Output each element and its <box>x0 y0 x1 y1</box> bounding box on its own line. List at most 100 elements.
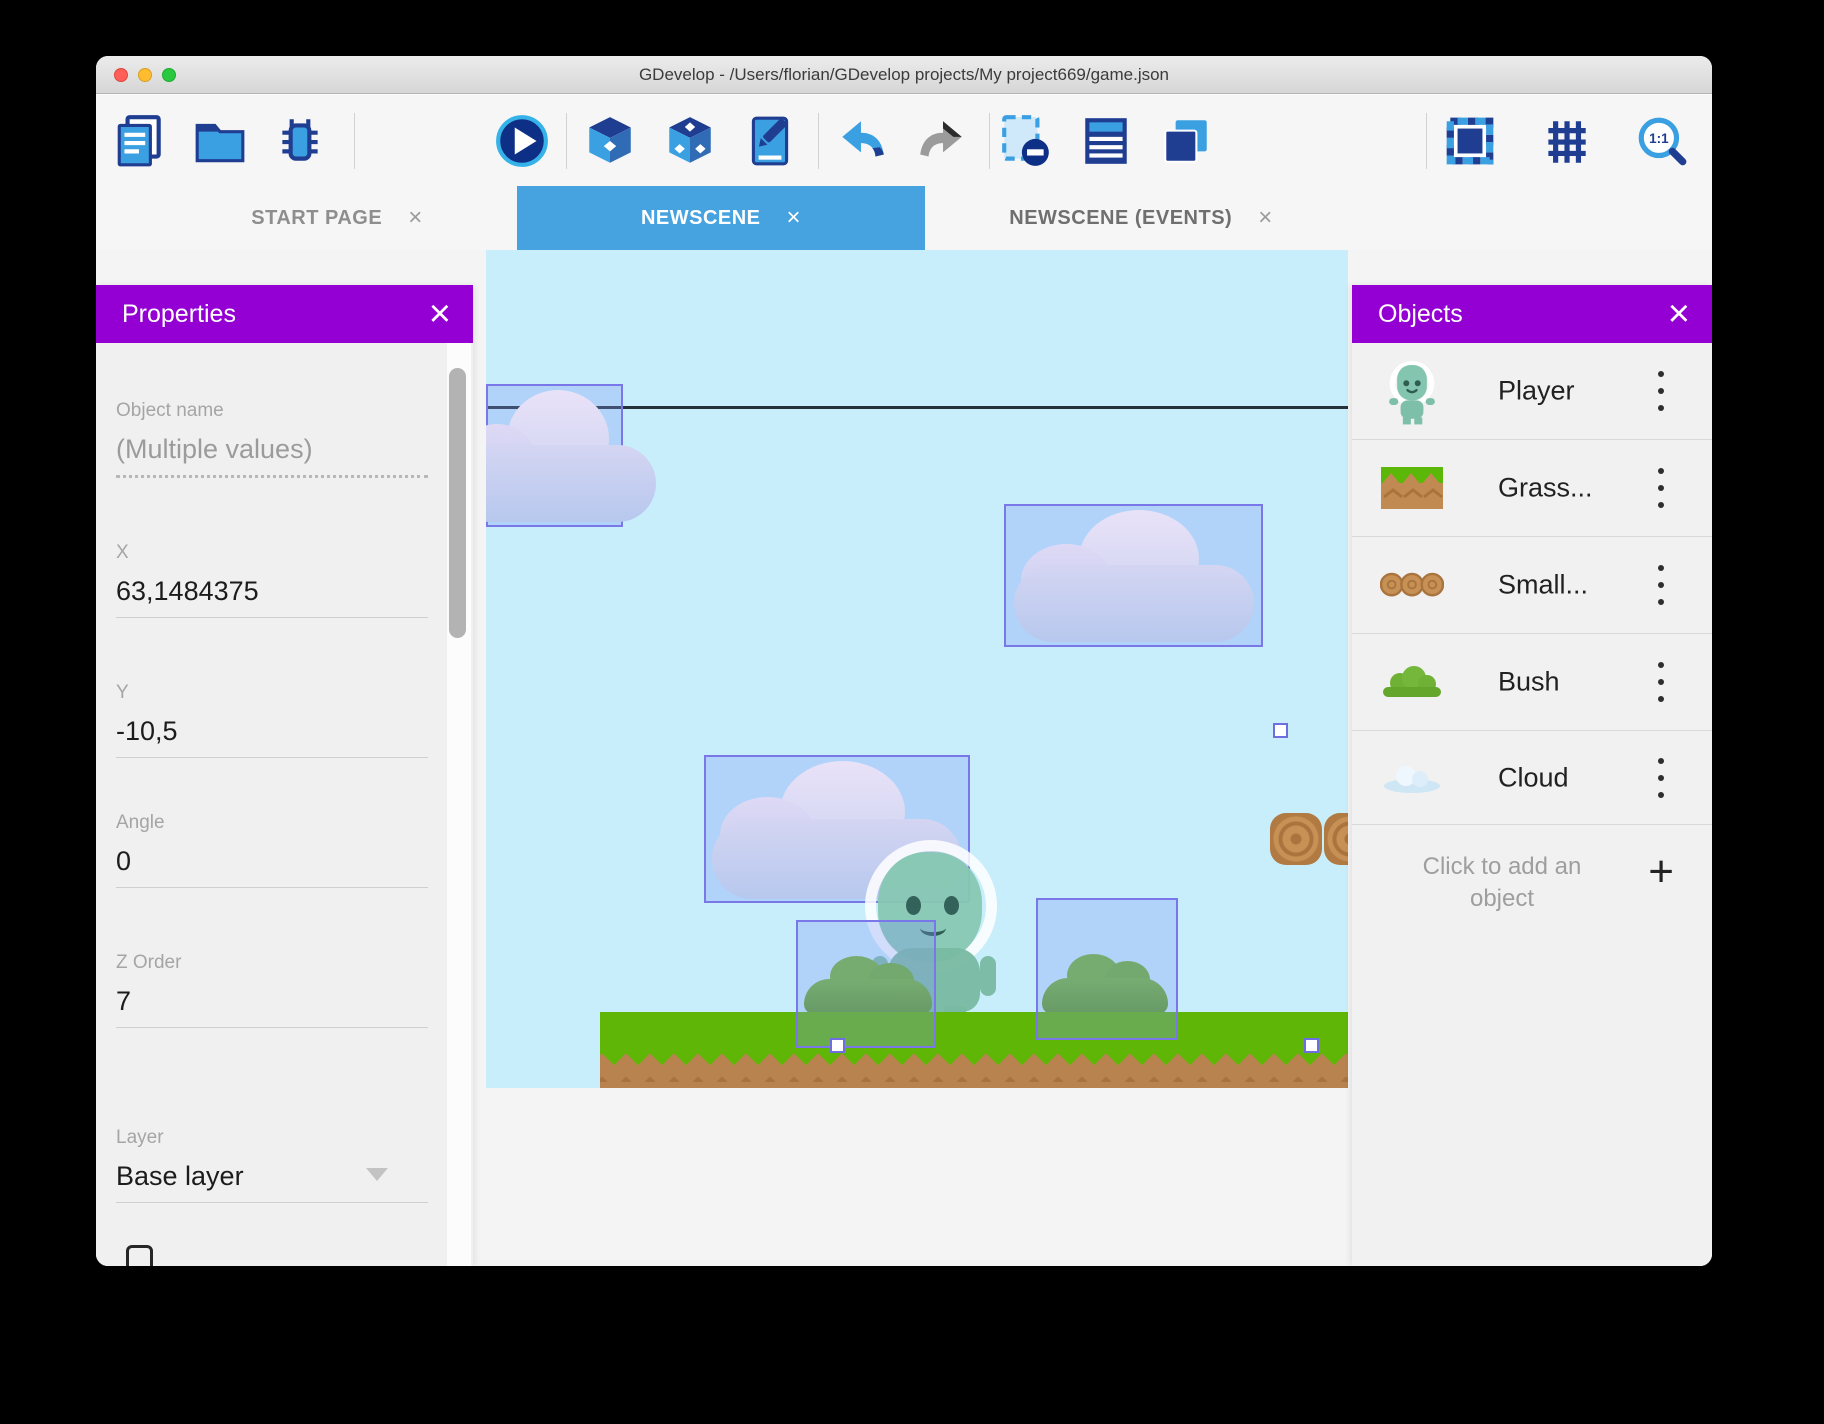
toolbar: 1:1 <box>96 95 1712 186</box>
chevron-down-icon[interactable] <box>366 1168 388 1181</box>
add-object-label: Click to add an object <box>1394 851 1610 916</box>
object-label: Bush <box>1498 667 1560 698</box>
new-project-icon[interactable] <box>112 113 168 169</box>
toolbar-separator <box>354 113 355 169</box>
main-area: Properties × Object name (Multiple value… <box>96 250 1712 1266</box>
y-input[interactable]: -10,5 <box>116 716 428 758</box>
close-tab-icon[interactable]: × <box>408 204 423 232</box>
zoom-1-1-icon[interactable]: 1:1 <box>1634 113 1690 169</box>
cloud-sprite <box>486 390 656 522</box>
edit-scene-properties-icon[interactable] <box>742 113 798 169</box>
angle-input[interactable]: 0 <box>116 846 428 888</box>
object-label: Cloud <box>1498 762 1569 793</box>
player-arm <box>980 956 996 996</box>
field-label: Layer <box>116 1127 428 1149</box>
mask-icon[interactable] <box>1442 113 1498 169</box>
player-eye <box>906 896 921 915</box>
objects-panel: Objects × Player Grass... <box>1352 285 1712 1266</box>
angle-field: Angle 0 <box>116 812 428 888</box>
cloud-icon <box>1380 746 1444 810</box>
selection-handle[interactable] <box>1273 723 1288 738</box>
player-icon <box>1380 359 1444 423</box>
selected-bush-box[interactable] <box>1036 898 1178 1040</box>
object-row-player[interactable]: Player <box>1352 343 1712 440</box>
delete-selection-icon[interactable] <box>998 113 1054 169</box>
log-instance[interactable] <box>1270 813 1322 865</box>
grass-dirt <box>600 1066 1348 1088</box>
field-label: Angle <box>116 812 428 834</box>
tab-newscene[interactable]: NEWSCENE × <box>517 186 925 250</box>
gdevelop-window: GDevelop - /Users/florian/GDevelop proje… <box>96 56 1712 1266</box>
plus-icon[interactable]: + <box>1648 847 1674 897</box>
selected-cloud-instance[interactable] <box>486 384 623 527</box>
layer-field: Layer Base layer <box>116 1127 428 1203</box>
selected-cloud-instance[interactable] <box>1004 504 1263 647</box>
svg-text:1:1: 1:1 <box>1649 131 1669 146</box>
layers-icon[interactable] <box>1158 113 1214 169</box>
objects-header: Objects × <box>1352 285 1712 343</box>
kebab-menu-icon[interactable] <box>1650 371 1672 411</box>
kebab-menu-icon[interactable] <box>1650 758 1672 798</box>
grass-tile-icon <box>1380 456 1444 520</box>
properties-header: Properties × <box>96 285 473 343</box>
locked-checkbox[interactable] <box>126 1245 153 1266</box>
undo-icon[interactable] <box>834 113 890 169</box>
object-label: Grass... <box>1498 473 1593 504</box>
title-bar: GDevelop - /Users/florian/GDevelop proje… <box>96 56 1712 94</box>
toolbar-separator <box>818 113 819 169</box>
grid-icon[interactable] <box>1538 113 1594 169</box>
preview-play-icon[interactable] <box>494 113 550 169</box>
object-row-cloud[interactable]: Cloud <box>1352 731 1712 825</box>
kebab-menu-icon[interactable] <box>1650 662 1672 702</box>
z-order-input[interactable]: 7 <box>116 986 428 1028</box>
add-object-row[interactable]: Click to add an object + <box>1352 825 1712 965</box>
selection-handle[interactable] <box>1304 1038 1319 1053</box>
object-row-grass[interactable]: Grass... <box>1352 440 1712 537</box>
publish-cube-icon[interactable] <box>662 113 718 169</box>
close-tab-icon[interactable]: × <box>1258 204 1273 232</box>
x-field: X 63,1484375 <box>116 542 428 618</box>
object-label: Small... <box>1498 570 1588 601</box>
redo-icon[interactable] <box>914 113 970 169</box>
window-title: GDevelop - /Users/florian/GDevelop proje… <box>96 56 1712 94</box>
properties-scrollbar-track[interactable] <box>447 343 471 1266</box>
grass-dirt-zigzag <box>600 1048 1348 1066</box>
selected-bush-box[interactable] <box>796 920 936 1048</box>
open-project-icon[interactable] <box>192 113 248 169</box>
close-icon[interactable]: × <box>429 295 451 333</box>
toolbar-separator <box>1426 113 1427 169</box>
tab-start-page[interactable]: START PAGE × <box>158 186 516 250</box>
tab-label: NEWSCENE <box>641 207 761 230</box>
field-label: Y <box>116 682 428 704</box>
logs-icon <box>1380 553 1444 617</box>
objects-title: Objects <box>1378 300 1463 329</box>
kebab-menu-icon[interactable] <box>1650 468 1672 508</box>
object-row-small-logs[interactable]: Small... <box>1352 537 1712 634</box>
object-name-input[interactable]: (Multiple values) <box>116 434 428 478</box>
kebab-menu-icon[interactable] <box>1650 565 1672 605</box>
field-label: X <box>116 542 428 564</box>
scene-canvas[interactable] <box>486 250 1348 1088</box>
export-cube-icon[interactable] <box>582 113 638 169</box>
properties-panel: Properties × Object name (Multiple value… <box>96 285 473 1266</box>
properties-title: Properties <box>122 300 236 329</box>
grass-platform-instance[interactable] <box>600 1012 1348 1088</box>
tab-newscene-events[interactable]: NEWSCENE (EVENTS) × <box>945 186 1337 250</box>
y-field: Y -10,5 <box>116 682 428 758</box>
object-name-field: Object name (Multiple values) <box>116 400 428 478</box>
selection-handle[interactable] <box>830 1038 845 1053</box>
toolbar-separator <box>989 113 990 169</box>
toolbar-separator <box>566 113 567 169</box>
bush-icon <box>1380 650 1444 714</box>
close-icon[interactable]: × <box>1668 295 1690 333</box>
debug-icon[interactable] <box>272 113 328 169</box>
z-order-field: Z Order 7 <box>116 952 428 1028</box>
close-tab-icon[interactable]: × <box>787 204 802 232</box>
log-instance[interactable] <box>1324 813 1348 865</box>
field-label: Object name <box>116 400 428 422</box>
instances-list-icon[interactable] <box>1078 113 1134 169</box>
object-label: Player <box>1498 376 1575 407</box>
x-input[interactable]: 63,1484375 <box>116 576 428 618</box>
properties-scrollbar-thumb[interactable] <box>449 368 466 638</box>
object-row-bush[interactable]: Bush <box>1352 634 1712 731</box>
